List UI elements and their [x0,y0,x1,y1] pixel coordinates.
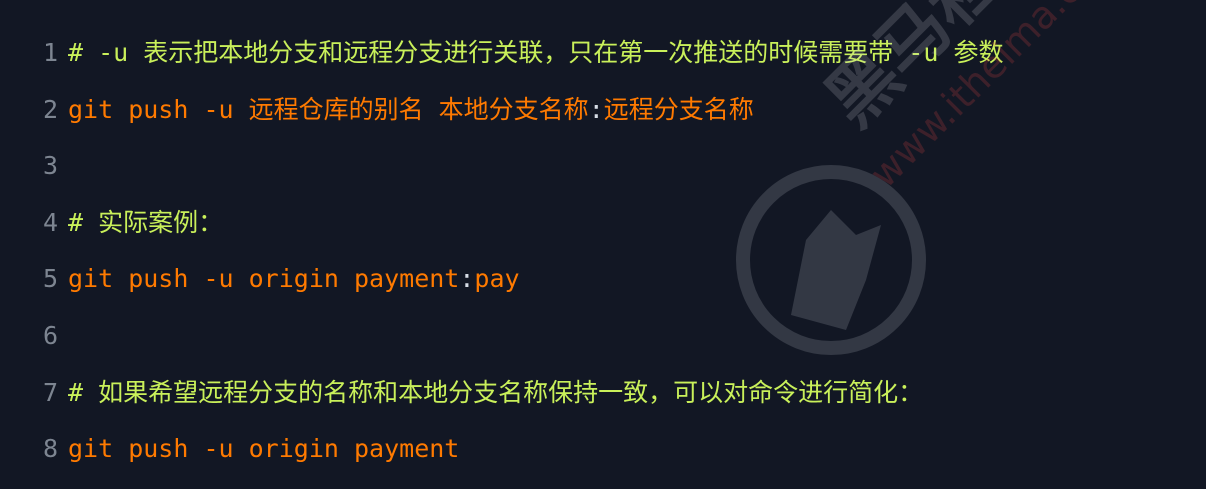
code-token: -u [203,434,234,464]
code-text: # 如果希望远程分支的名称和本地分支名称保持一致，可以对命令进行简化： [68,365,923,422]
code-token: -u [203,94,234,124]
code-line: 4 # 实际案例： [0,195,1206,252]
code-token: origin payment [233,264,460,294]
code-line: 5 git push -u origin payment:pay [0,251,1206,308]
code-token: # 如果希望远程分支的名称和本地分支名称保持一致，可以对命令进行简化： [68,377,924,407]
code-text: git push -u 远程仓库的别名 本地分支名称:远程分支名称 [68,82,754,139]
code-line: 6 [0,308,1206,365]
code-token: -u [203,264,234,294]
code-line: 2 git push -u 远程仓库的别名 本地分支名称:远程分支名称 [0,82,1206,139]
code-line: 7 # 如果希望远程分支的名称和本地分支名称保持一致，可以对命令进行简化： [0,365,1206,422]
code-token: git push [68,434,204,464]
code-block: 1 # -u 表示把本地分支和远程分支进行关联，只在第一次推送的时候需要带 -u … [0,0,1206,489]
line-number: 1 [42,38,58,67]
code-token: # 实际案例： [68,207,224,237]
code-text: # 实际案例： [68,195,223,252]
line-number: 5 [42,264,58,294]
code-text: git push -u origin payment:pay [68,251,520,308]
code-token: 远程分支名称 [603,94,754,124]
code-line: 1 # -u 表示把本地分支和远程分支进行关联，只在第一次推送的时候需要带 -u … [0,25,1206,82]
code-token: origin payment [233,434,460,464]
code-text: git push -u origin payment [68,421,459,478]
code-token: # -u 表示把本地分支和远程分支进行关联，只在第一次推送的时候需要带 -u 参… [68,38,1004,67]
code-token: git push [68,264,204,294]
line-number: 7 [42,377,58,407]
code-token: pay [474,264,520,294]
code-token: : [459,264,475,294]
code-line: 3 [0,138,1206,195]
line-number: 2 [42,94,58,124]
code-lines: 1 # -u 表示把本地分支和远程分支进行关联，只在第一次推送的时候需要带 -u … [0,25,1206,478]
code-text: # -u 表示把本地分支和远程分支进行关联，只在第一次推送的时候需要带 -u 参… [68,25,1003,82]
line-number: 8 [42,434,58,464]
code-token: : [588,94,604,124]
code-line: 8 git push -u origin payment [0,421,1206,478]
code-token: git push [68,94,204,124]
line-number: 6 [42,320,58,350]
line-number: 3 [42,151,58,181]
code-token: 远程仓库的别名 本地分支名称 [233,94,589,124]
line-number: 4 [42,207,58,237]
